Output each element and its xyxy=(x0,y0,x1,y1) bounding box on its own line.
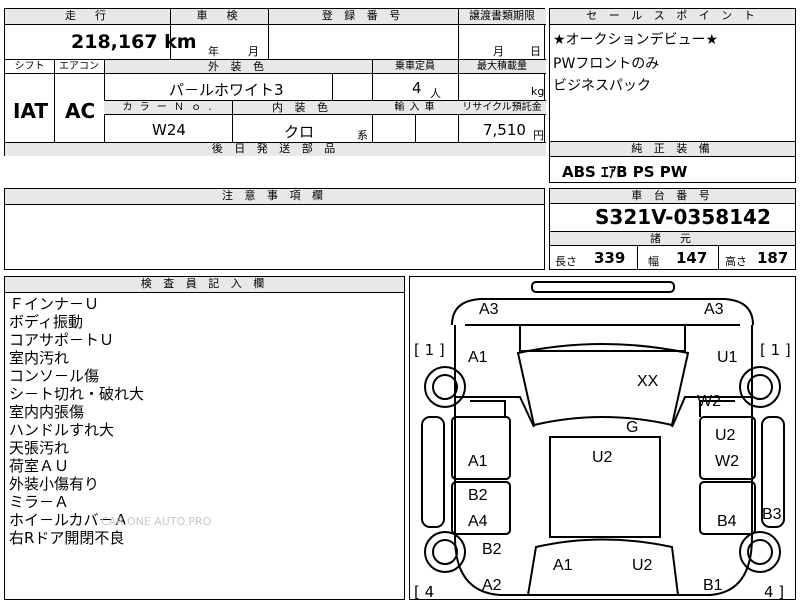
capacity-value: 4 xyxy=(412,79,422,97)
color-no-value: W24 xyxy=(152,121,186,139)
car-diagram-box: [ 1 ] [ 1 ] [ 4 4 ] A3 A3 A1 U1 XX W2 G … xyxy=(409,276,796,601)
width-label: 幅 xyxy=(648,255,659,268)
damage-code: A3 xyxy=(704,301,724,318)
damage-code: B4 xyxy=(717,513,737,530)
recycle-value: 7,510 xyxy=(483,121,526,139)
inspector-notes-list: Ｆインナ－Ｕ ボディ振動 コアサポ－トＵ 室内汚れ コンソ－ル傷 シ－ト切れ・破… xyxy=(9,295,144,547)
damage-code: A1 xyxy=(468,453,488,470)
damage-code: U2 xyxy=(632,557,653,574)
vehicle-info-table: 走 行 車 検 登 録 番 号 譲渡書類期限 218,167 km 年 月 月 … xyxy=(4,8,546,156)
transfer-month-label: 月 xyxy=(493,45,504,58)
chassis-box: 車 台 番 号 S321V-0358142 諸 元 長さ 339 幅 147 高… xyxy=(549,188,796,270)
sales-points-title: セ ー ル ス ポ イ ン ト xyxy=(550,9,795,25)
exterior-color-label: 外 装 色 xyxy=(104,60,372,74)
inspector-title: 検 査 員 記 入 欄 xyxy=(5,277,404,293)
capacity-label: 乗車定員 xyxy=(372,60,458,74)
inspector-note: 室内内張傷 xyxy=(9,403,85,421)
inspector-note: 右Rドア開閉不良 xyxy=(9,529,125,547)
notes-box: 注 意 事 項 欄 xyxy=(4,188,545,270)
sales-point-line-2: PWフロントのみ xyxy=(553,56,660,72)
recycle-unit: 円 xyxy=(533,129,544,142)
mileage-value: 218,167 km xyxy=(71,31,197,53)
interior-color-value: クロ xyxy=(284,123,315,141)
recycle-label: リサイクル預託金 xyxy=(458,101,546,115)
inspector-note: コアサポ－トＵ xyxy=(9,331,115,349)
length-label: 長さ xyxy=(555,255,577,268)
damage-code: A1 xyxy=(553,557,573,574)
inspector-note: 荷室ＡＵ xyxy=(9,457,70,475)
damage-code: A2 xyxy=(482,577,502,594)
transfer-deadline-label: 譲渡書類期限 xyxy=(458,9,546,25)
damage-code: G xyxy=(626,419,639,436)
sales-points-box: セ ー ル ス ポ イ ン ト ★オークションデビュー★ PWフロントのみ ビジ… xyxy=(549,8,796,142)
inspector-note: 外装小傷有り xyxy=(9,475,100,493)
transfer-day-label: 日 xyxy=(530,45,541,58)
inspector-note: 室内汚れ xyxy=(9,349,70,367)
height-label: 高さ xyxy=(725,255,747,268)
inspection-year-label: 年 xyxy=(208,45,219,58)
aircon-label: エアコン xyxy=(54,60,104,74)
damage-code: B3 xyxy=(762,506,782,523)
damage-code: U2 xyxy=(715,427,736,444)
inspector-box: 検 査 員 記 入 欄 Ｆインナ－Ｕ ボディ振動 コアサポ－トＵ 室内汚れ コン… xyxy=(4,276,405,600)
genuine-equipment-box: 純 正 装 備 ABS ｴｱB PS PW xyxy=(549,141,796,183)
damage-code: A3 xyxy=(479,301,499,318)
tire-right-rear: 4 ] xyxy=(764,583,785,601)
width-value: 147 xyxy=(676,249,708,267)
shift-value: IAT xyxy=(13,99,49,123)
damage-code: W2 xyxy=(697,393,721,410)
inspector-note: 天張汚れ xyxy=(9,439,70,457)
damage-code: B1 xyxy=(703,577,723,594)
registration-label: 登 録 番 号 xyxy=(268,9,458,25)
interior-color-label: 内 装 色 xyxy=(232,101,372,115)
sales-point-line-1: ★オークションデビュー★ xyxy=(553,32,719,48)
genuine-equipment-value: ABS ｴｱB PS PW xyxy=(562,163,688,181)
damage-code: W2 xyxy=(715,453,739,470)
shift-label: シフト xyxy=(5,60,54,74)
tire-left-front: [ 1 ] xyxy=(414,341,445,359)
tire-left-rear: [ 4 xyxy=(414,583,435,601)
damage-code: A1 xyxy=(468,349,488,366)
aircon-value: AC xyxy=(65,99,96,123)
max-load-unit: kg xyxy=(531,85,545,98)
exterior-color-value: パ－ルホワイト3 xyxy=(169,81,284,99)
import-label: 輸 入 車 xyxy=(372,101,458,115)
mileage-label: 走 行 xyxy=(5,9,170,25)
color-no-label: カ ラ ー Ｎ ｏ . xyxy=(104,101,232,115)
max-load-label: 最大積載量 xyxy=(458,60,546,74)
inspector-note: シ－ト切れ・破れ大 xyxy=(9,385,145,403)
notes-title: 注 意 事 項 欄 xyxy=(5,189,544,205)
damage-code: B2 xyxy=(468,487,488,504)
later-parts-label: 後 日 発 送 部 品 xyxy=(5,143,546,156)
damage-code: A4 xyxy=(468,513,488,530)
inspector-note: ミラ－Ａ xyxy=(9,493,70,511)
car-outline-diagram xyxy=(421,281,785,596)
inspector-note: ボディ振動 xyxy=(9,313,83,331)
inspector-note: ハンドルすれ大 xyxy=(9,421,115,439)
watermark: CAR.ONE AUTO.PRO xyxy=(101,515,212,528)
capacity-unit: 人 xyxy=(430,87,441,100)
inspection-label: 車 検 xyxy=(170,9,268,25)
length-value: 339 xyxy=(594,249,626,267)
damage-code: U1 xyxy=(717,349,738,366)
chassis-number: S321V-0358142 xyxy=(595,205,771,229)
damage-code: U2 xyxy=(592,449,613,466)
damage-code: B2 xyxy=(482,541,502,558)
genuine-equipment-title: 純 正 装 備 xyxy=(550,142,795,157)
sales-point-line-3: ビジネスパック xyxy=(553,78,651,94)
chassis-title: 車 台 番 号 xyxy=(550,189,795,204)
height-value: 187 xyxy=(757,249,789,267)
inspector-note: コンソ－ル傷 xyxy=(9,367,100,385)
spec-title: 諸 元 xyxy=(550,231,795,246)
interior-suffix: 系 xyxy=(357,129,368,142)
inspection-month-label: 月 xyxy=(248,45,259,58)
inspector-note: Ｆインナ－Ｕ xyxy=(9,295,100,313)
damage-code: XX xyxy=(637,373,659,390)
tire-right-front: [ 1 ] xyxy=(760,341,791,359)
